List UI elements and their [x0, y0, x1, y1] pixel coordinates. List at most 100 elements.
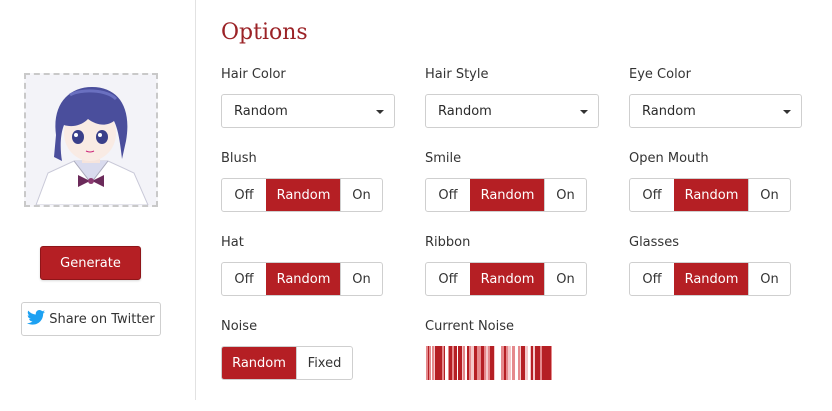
noise-bar — [460, 346, 462, 380]
noise-label: Noise — [221, 319, 258, 334]
noise-bar — [525, 346, 528, 380]
hair-style-select[interactable]: Random — [425, 94, 599, 128]
noise-bar — [486, 346, 488, 380]
noise-bar — [458, 346, 460, 380]
share-on-twitter-button[interactable]: Share on Twitter — [21, 302, 161, 336]
ribbon-on-option[interactable]: On — [544, 263, 586, 295]
noise-bar — [546, 346, 547, 380]
open-mouth-label: Open Mouth — [629, 151, 709, 166]
noise-bar — [511, 346, 512, 380]
hat-on-option[interactable]: On — [340, 263, 382, 295]
noise-bar — [543, 346, 546, 380]
noise-bar — [512, 346, 513, 380]
noise-bar — [521, 346, 524, 380]
hair-color-label: Hair Color — [221, 67, 286, 82]
eye-color-value: Random — [642, 103, 696, 119]
noise-bar — [434, 346, 435, 380]
noise-bar — [477, 346, 478, 380]
noise-bar — [467, 346, 469, 380]
blush-on-option[interactable]: On — [340, 179, 382, 211]
noise-bar — [437, 346, 439, 380]
glasses-toggle-group: Off Random On — [629, 262, 791, 296]
open-mouth-off-option[interactable]: Off — [630, 179, 674, 211]
noise-bar — [542, 346, 543, 380]
hair-color-select[interactable]: Random — [221, 94, 395, 128]
noise-bar — [495, 346, 498, 380]
hat-toggle-group: Off Random On — [221, 262, 383, 296]
ribbon-random-option[interactable]: Random — [470, 263, 544, 295]
noise-bar — [531, 346, 532, 380]
noise-bar — [448, 346, 449, 380]
open-mouth-on-option[interactable]: On — [748, 179, 790, 211]
noise-bar — [474, 346, 475, 380]
noise-bar — [530, 346, 531, 380]
caret-down-icon — [783, 110, 791, 114]
noise-bar — [439, 346, 442, 380]
smile-random-option[interactable]: Random — [470, 179, 544, 211]
smile-on-option[interactable]: On — [544, 179, 586, 211]
glasses-on-option[interactable]: On — [748, 263, 790, 295]
noise-bar — [432, 346, 434, 380]
noise-bar — [551, 346, 552, 380]
noise-bar — [481, 346, 484, 380]
panel-divider — [195, 0, 196, 400]
noise-bar — [506, 346, 507, 380]
noise-bar — [549, 346, 551, 380]
sidebar: Generate Share on Twitter — [0, 0, 195, 411]
glasses-off-option[interactable]: Off — [630, 263, 674, 295]
open-mouth-random-option[interactable]: Random — [674, 179, 748, 211]
noise-bar — [498, 346, 501, 380]
noise-fixed-option[interactable]: Fixed — [296, 347, 352, 379]
smile-toggle-group: Off Random On — [425, 178, 587, 212]
hat-label: Hat — [221, 235, 244, 250]
noise-bar — [501, 346, 504, 380]
noise-bar — [426, 346, 428, 380]
noise-bar — [491, 346, 494, 380]
noise-bar — [532, 346, 533, 380]
noise-bar — [428, 346, 429, 380]
noise-bar — [535, 346, 538, 380]
hair-style-value: Random — [438, 103, 492, 119]
blush-toggle-group: Off Random On — [221, 178, 383, 212]
blush-random-option[interactable]: Random — [266, 179, 340, 211]
noise-bar — [513, 346, 515, 380]
noise-bar — [516, 346, 518, 380]
noise-bar — [457, 346, 458, 380]
noise-bar — [547, 346, 549, 380]
hat-random-option[interactable]: Random — [266, 263, 340, 295]
noise-bar — [518, 346, 520, 380]
noise-bar — [475, 346, 477, 380]
noise-random-option[interactable]: Random — [222, 347, 296, 379]
noise-bar — [520, 346, 521, 380]
generate-button[interactable]: Generate — [40, 246, 141, 280]
current-noise-barcode — [426, 346, 552, 380]
noise-bar — [540, 346, 541, 380]
eye-color-select[interactable]: Random — [629, 94, 802, 128]
noise-bar — [541, 346, 542, 380]
noise-bar — [528, 346, 530, 380]
noise-toggle-group: Random Fixed — [221, 346, 353, 380]
noise-bar — [449, 346, 452, 380]
noise-bar — [462, 346, 463, 380]
noise-bar — [478, 346, 481, 380]
hat-off-option[interactable]: Off — [222, 263, 266, 295]
ribbon-off-option[interactable]: Off — [426, 263, 470, 295]
share-on-twitter-label: Share on Twitter — [49, 311, 155, 327]
noise-bar — [444, 346, 445, 380]
noise-bar — [494, 346, 495, 380]
noise-bar — [538, 346, 540, 380]
generate-button-label: Generate — [60, 255, 121, 271]
noise-bar — [504, 346, 506, 380]
glasses-random-option[interactable]: Random — [674, 263, 748, 295]
noise-bar — [442, 346, 444, 380]
glasses-label: Glasses — [629, 235, 679, 250]
smile-off-option[interactable]: Off — [426, 179, 470, 211]
twitter-bird-icon — [27, 309, 46, 329]
noise-bar — [484, 346, 486, 380]
blush-off-option[interactable]: Off — [222, 179, 266, 211]
noise-bar — [431, 346, 432, 380]
noise-bar — [515, 346, 516, 380]
noise-bar — [452, 346, 454, 380]
noise-bar — [490, 346, 491, 380]
caret-down-icon — [580, 110, 588, 114]
